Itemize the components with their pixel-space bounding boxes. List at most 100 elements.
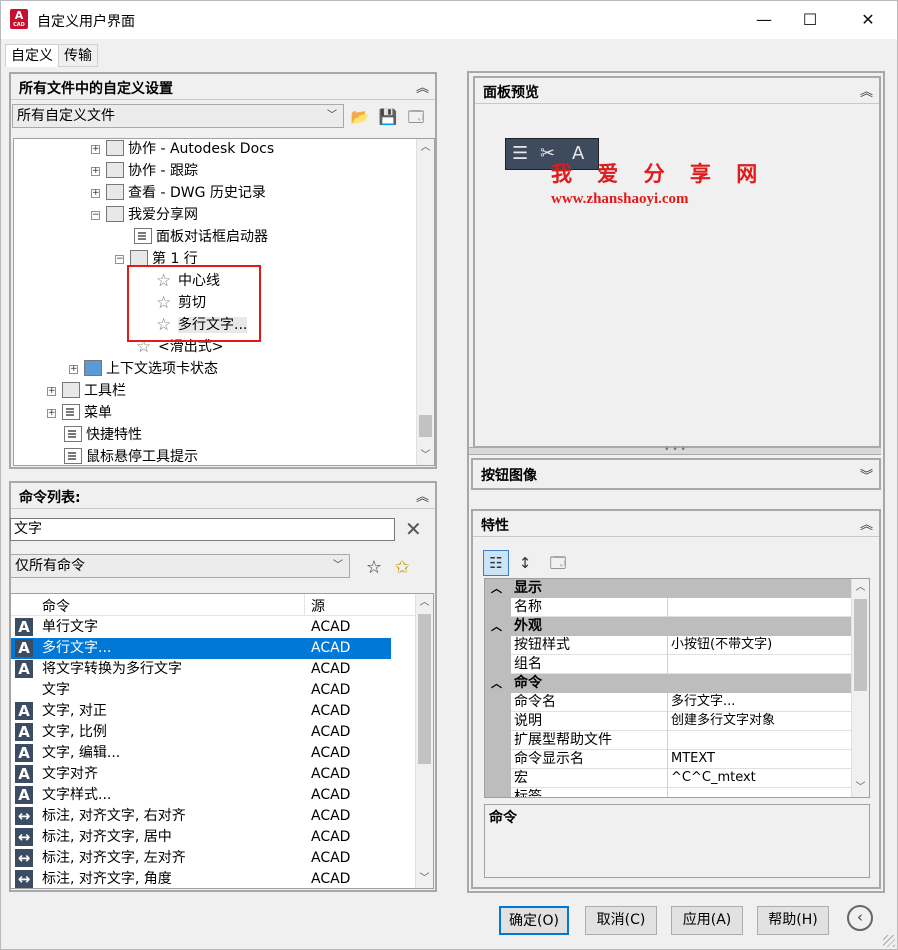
category-display[interactable]: ︿ 显示 bbox=[485, 579, 851, 598]
property-value[interactable]: ^C^C_mtext bbox=[667, 769, 851, 788]
save-icon[interactable]: 💾 bbox=[377, 106, 399, 128]
category-command[interactable]: ︿ 命令 bbox=[485, 674, 851, 693]
cancel-button[interactable]: 取消(C) bbox=[585, 906, 657, 935]
tab-transfer[interactable]: 传输 bbox=[58, 44, 98, 67]
command-row[interactable]: 文字 ACAD bbox=[11, 680, 391, 701]
button-image-header[interactable]: 按钮图像 ︾ bbox=[473, 460, 879, 488]
ok-button[interactable]: 确定(O) bbox=[499, 906, 569, 935]
property-pages-icon[interactable]: 🗔 bbox=[547, 552, 569, 574]
property-row[interactable]: 说明 创建多行文字对象 bbox=[485, 712, 851, 731]
property-row[interactable]: 命令名 多行文字... bbox=[485, 693, 851, 712]
scroll-up-icon[interactable]: ︿ bbox=[417, 139, 434, 156]
collapse-node-icon[interactable]: ︿ bbox=[491, 579, 502, 598]
property-value[interactable] bbox=[667, 788, 851, 797]
tree-node-quick-properties[interactable]: 快捷特性 bbox=[64, 425, 142, 445]
tree-node-toolbars[interactable]: + 工具栏 bbox=[47, 381, 126, 401]
command-row[interactable]: A 文字, 比例 ACAD bbox=[11, 722, 391, 743]
property-row[interactable]: 标签 bbox=[485, 788, 851, 797]
apply-button[interactable]: 应用(A) bbox=[671, 906, 743, 935]
property-row[interactable]: 扩展型帮助文件 bbox=[485, 731, 851, 750]
command-filter-combo[interactable]: 仅所有命令 ﹀ bbox=[10, 554, 350, 578]
collapse-icon[interactable]: ︽ bbox=[416, 77, 429, 96]
property-row[interactable]: 组名 bbox=[485, 655, 851, 674]
property-grid-scrollbar[interactable]: ︿ ﹀ bbox=[851, 579, 869, 797]
tree-node-rollover-tooltips[interactable]: 鼠标悬停工具提示 bbox=[64, 447, 198, 465]
collapse-node-icon[interactable]: ︿ bbox=[491, 674, 502, 693]
command-name: 文字, 比例 bbox=[42, 724, 107, 740]
close-button[interactable]: ✕ bbox=[845, 1, 891, 39]
property-value[interactable]: 小按钮(不带文字) bbox=[667, 636, 851, 655]
property-row[interactable]: 命令显示名 MTEXT bbox=[485, 750, 851, 769]
tree-node-dwg-history[interactable]: + 查看 - DWG 历史记录 bbox=[91, 183, 266, 203]
tree-node-menus[interactable]: + 菜单 bbox=[47, 403, 112, 423]
expand-icon[interactable]: + bbox=[91, 167, 100, 176]
tree-scrollbar[interactable]: ︿ ﹀ bbox=[416, 139, 434, 465]
tree-node-woaifenxiang[interactable]: − 我爱分享网 bbox=[91, 205, 198, 225]
command-row[interactable]: A 单行文字 ACAD bbox=[11, 617, 391, 638]
maximize-button[interactable]: ☐ bbox=[787, 1, 833, 39]
tree-node-collab-track[interactable]: + 协作 - 跟踪 bbox=[91, 161, 198, 181]
property-value[interactable]: 创建多行文字对象 bbox=[667, 712, 851, 731]
transfer-icon[interactable]: 🗔 bbox=[405, 106, 427, 128]
clear-search-icon[interactable]: ✕ bbox=[405, 517, 422, 541]
command-row[interactable]: A 多行文字... ACAD bbox=[11, 638, 391, 659]
collapse-node-icon[interactable]: − bbox=[91, 211, 100, 220]
command-search-input[interactable]: 文字 bbox=[10, 518, 395, 541]
scroll-down-icon[interactable]: ﹀ bbox=[852, 779, 869, 796]
scroll-down-icon[interactable]: ﹀ bbox=[416, 870, 433, 887]
column-source[interactable]: 源 bbox=[311, 596, 325, 616]
property-value[interactable] bbox=[667, 655, 851, 674]
scroll-thumb[interactable] bbox=[418, 614, 431, 764]
alphabetical-sort-icon[interactable]: ↕ bbox=[514, 552, 536, 574]
scroll-up-icon[interactable]: ︿ bbox=[852, 579, 869, 596]
splitter-handle[interactable]: • • • bbox=[469, 446, 881, 455]
category-appearance[interactable]: ︿ 外观 bbox=[485, 617, 851, 636]
command-list-scrollbar[interactable]: ︿ ﹀ bbox=[415, 594, 433, 888]
help-button[interactable]: 帮助(H) bbox=[757, 906, 829, 935]
expand-icon[interactable]: + bbox=[91, 145, 100, 154]
property-value[interactable]: 多行文字... bbox=[667, 693, 851, 712]
command-row[interactable]: A 将文字转换为多行文字 ACAD bbox=[11, 659, 391, 680]
customization-file-combo[interactable]: 所有自定义文件 ﹀ bbox=[12, 104, 344, 128]
property-value[interactable]: MTEXT bbox=[667, 750, 851, 769]
column-command[interactable]: 命令 bbox=[42, 596, 70, 616]
categorized-icon[interactable]: ☷ bbox=[483, 550, 509, 576]
tab-customize[interactable]: 自定义 bbox=[5, 44, 59, 67]
command-row[interactable]: ↔ 标注, 对齐文字, 右对齐 ACAD bbox=[11, 806, 391, 827]
command-row[interactable]: A 文字样式... ACAD bbox=[11, 785, 391, 806]
tree-node-collab-docs[interactable]: + 协作 - Autodesk Docs bbox=[91, 139, 274, 159]
collapse-icon[interactable]: ︽ bbox=[860, 81, 873, 100]
collapse-icon[interactable]: ︽ bbox=[416, 486, 429, 505]
command-row[interactable]: A 文字对齐 ACAD bbox=[11, 764, 391, 785]
property-row[interactable]: 宏 ^C^C_mtext bbox=[485, 769, 851, 788]
expand-icon[interactable]: ︾ bbox=[860, 465, 873, 484]
collapse-icon[interactable]: ︽ bbox=[860, 514, 873, 533]
tree-node-panel-launcher[interactable]: 面板对话框启动器 bbox=[134, 227, 268, 247]
new-command-icon[interactable]: ✩ bbox=[391, 557, 413, 579]
property-row[interactable]: 按钮样式 小按钮(不带文字) bbox=[485, 636, 851, 655]
expand-icon[interactable]: + bbox=[91, 189, 100, 198]
command-row[interactable]: A 文字, 编辑... ACAD bbox=[11, 743, 391, 764]
open-file-icon[interactable]: 📂 bbox=[349, 106, 371, 128]
command-row[interactable]: ↔ 标注, 对齐文字, 居中 ACAD bbox=[11, 827, 391, 848]
collapse-right-pane-icon[interactable]: ‹ bbox=[847, 905, 873, 931]
scroll-up-icon[interactable]: ︿ bbox=[416, 594, 433, 611]
tree-node-contextual-tabs[interactable]: + 上下文选项卡状态 bbox=[69, 359, 218, 379]
command-row[interactable]: ↔ 标注, 对齐文字, 角度 ACAD bbox=[11, 869, 391, 888]
collapse-node-icon[interactable]: − bbox=[115, 255, 124, 264]
property-value[interactable] bbox=[667, 731, 851, 750]
expand-icon[interactable]: + bbox=[69, 365, 78, 374]
scroll-thumb[interactable] bbox=[419, 415, 432, 437]
command-row[interactable]: ↔ 标注, 对齐文字, 左对齐 ACAD bbox=[11, 848, 391, 869]
star-filter-icon[interactable]: ☆ bbox=[363, 557, 385, 579]
scroll-down-icon[interactable]: ﹀ bbox=[417, 447, 434, 464]
scroll-thumb[interactable] bbox=[854, 599, 867, 691]
property-value[interactable] bbox=[667, 598, 851, 617]
command-row[interactable]: A 文字, 对正 ACAD bbox=[11, 701, 391, 722]
minimize-button[interactable]: — bbox=[741, 1, 787, 39]
property-row[interactable]: 名称 bbox=[485, 598, 851, 617]
expand-icon[interactable]: + bbox=[47, 409, 56, 418]
collapse-node-icon[interactable]: ︿ bbox=[491, 617, 502, 636]
resize-grip[interactable] bbox=[883, 935, 895, 947]
expand-icon[interactable]: + bbox=[47, 387, 56, 396]
